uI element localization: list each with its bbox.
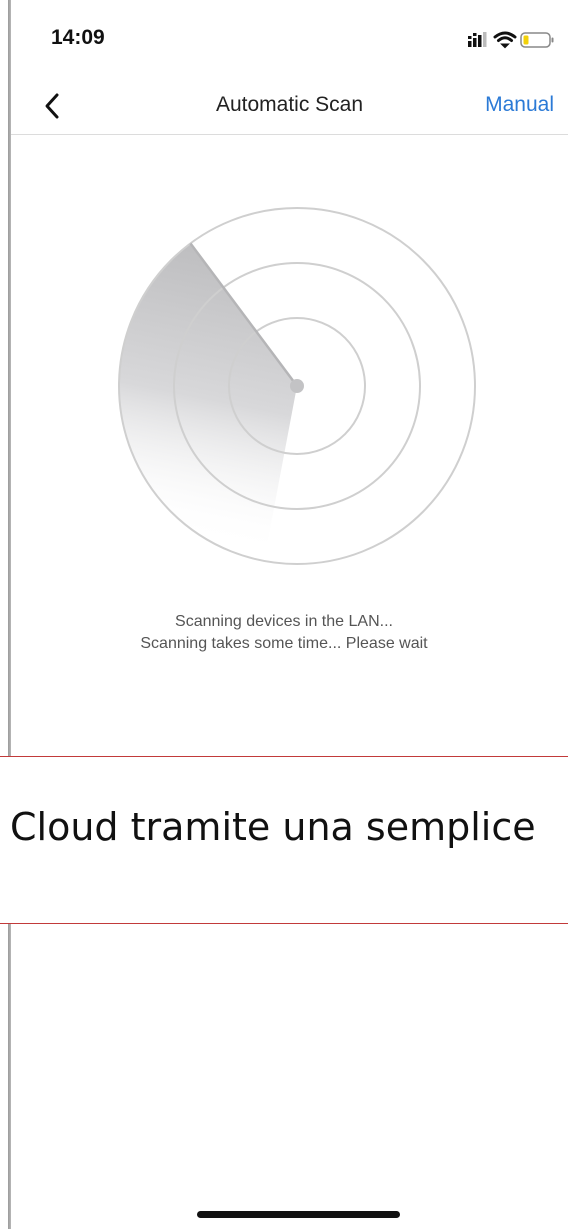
wifi-icon [493, 31, 517, 49]
cellular-signal-icon [468, 32, 487, 47]
radar-scan-animation [111, 200, 483, 572]
scan-status-text: Scanning devices in the LAN... [175, 613, 393, 630]
radar-center-dot [290, 379, 304, 393]
caption-overlay: Cloud tramite una semplice [0, 756, 568, 924]
status-time: 14:09 [51, 26, 105, 49]
status-icons [452, 28, 562, 52]
scan-wait-text: Scanning takes some time... Please wait [140, 635, 428, 652]
caption-text: Cloud tramite una semplice [10, 805, 536, 849]
manual-button[interactable]: Manual [485, 93, 554, 117]
home-indicator[interactable] [197, 1211, 400, 1218]
navigation-bar: Automatic Scan Manual [11, 80, 568, 135]
app-screen: 14:09 Automatic Scan Manual Scanning dev… [0, 0, 568, 1229]
status-bar: 14:09 [11, 0, 568, 80]
battery-icon [520, 32, 554, 48]
